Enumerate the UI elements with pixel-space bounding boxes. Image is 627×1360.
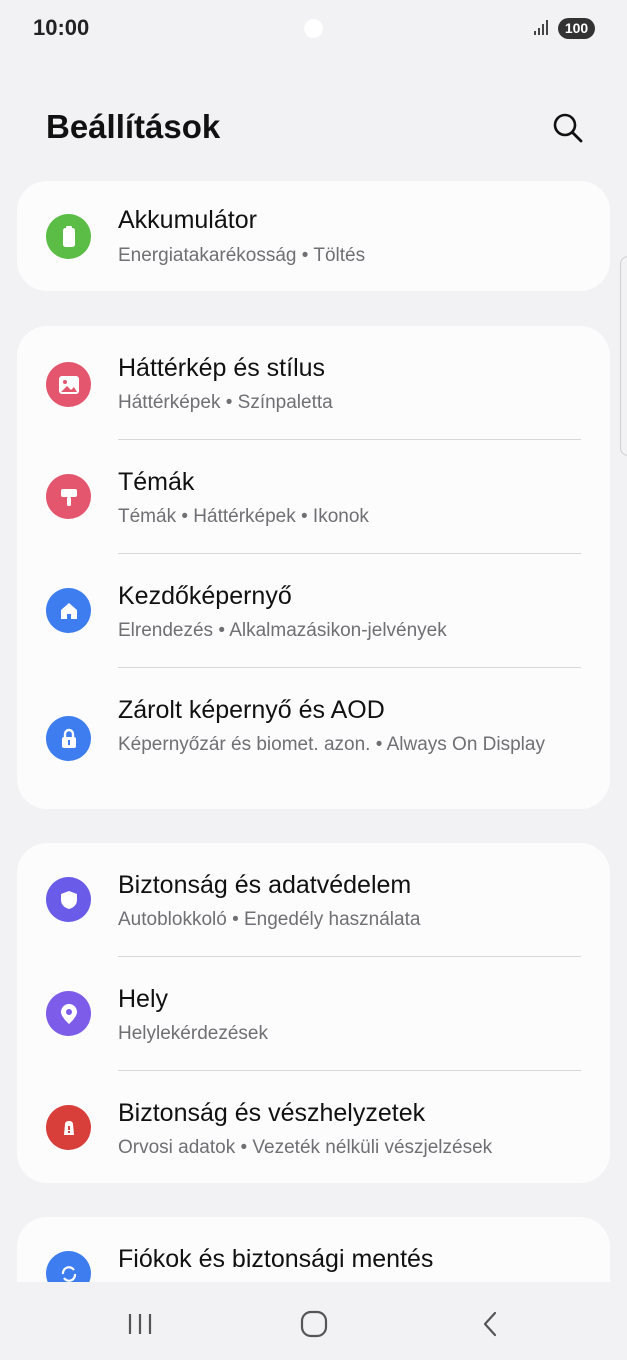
back-icon xyxy=(483,1311,497,1337)
settings-item-accounts-backup[interactable]: Fiókok és biztonsági mentés xyxy=(17,1217,610,1282)
settings-item-subtitle: Autoblokkoló • Engedély használata xyxy=(118,909,421,930)
sync-icon xyxy=(46,1251,91,1282)
settings-item-battery[interactable]: Akkumulátor Energiatakarékosság • Töltés xyxy=(17,181,610,291)
settings-group-accounts: Fiókok és biztonsági mentés xyxy=(17,1217,610,1282)
status-time: 10:00 xyxy=(33,15,90,40)
scrollbar[interactable] xyxy=(620,256,627,456)
image-icon xyxy=(46,362,91,407)
settings-item-location[interactable]: Hely Helylekérdezések xyxy=(17,957,610,1071)
home-nav-icon xyxy=(300,1310,328,1338)
search-icon xyxy=(553,113,583,143)
settings-item-title: Biztonság és vészhelyzetek xyxy=(118,1099,426,1127)
emergency-icon xyxy=(46,1105,91,1150)
settings-item-title: Zárolt képernyő és AOD xyxy=(118,696,385,724)
location-pin-icon xyxy=(46,991,91,1036)
home-icon xyxy=(46,588,91,633)
settings-item-subtitle: Elrendezés • Alkalmazásikon-jelvények xyxy=(118,620,447,641)
battery-level-badge: 100 xyxy=(558,18,595,39)
battery-icon xyxy=(46,214,91,259)
shield-icon xyxy=(46,877,91,922)
settings-item-home-screen[interactable]: Kezdőképernyő Elrendezés • Alkalmazásiko… xyxy=(17,554,610,668)
settings-item-themes[interactable]: Témák Témák • Háttérképek • Ikonok xyxy=(17,440,610,554)
settings-item-subtitle: Orvosi adatok • Vezeték nélküli vészjelz… xyxy=(118,1137,493,1158)
settings-item-title: Kezdőképernyő xyxy=(118,582,292,610)
settings-group-security: Biztonság és adatvédelem Autoblokkoló • … xyxy=(17,843,610,1183)
settings-item-title: Háttérkép és stílus xyxy=(118,354,326,382)
settings-item-title: Hely xyxy=(118,985,169,1013)
back-button[interactable] xyxy=(468,1304,512,1344)
settings-item-subtitle: Helylekérdezések xyxy=(118,1023,268,1044)
lock-icon xyxy=(46,716,91,761)
home-button[interactable] xyxy=(292,1304,336,1344)
settings-item-title: Biztonság és adatvédelem xyxy=(118,871,412,899)
paintbrush-icon xyxy=(46,474,91,519)
settings-item-safety-emergency[interactable]: Biztonság és vészhelyzetek Orvosi adatok… xyxy=(17,1071,610,1183)
settings-item-title: Fiókok és biztonsági mentés xyxy=(118,1245,434,1273)
page-title: Beállítások xyxy=(46,108,221,145)
settings-item-wallpaper-style[interactable]: Háttérkép és stílus Háttérképek • Színpa… xyxy=(17,326,610,440)
settings-item-subtitle: Témák • Háttérképek • Ikonok xyxy=(118,506,369,527)
settings-item-security-privacy[interactable]: Biztonság és adatvédelem Autoblokkoló • … xyxy=(17,843,610,957)
settings-item-lock-screen[interactable]: Zárolt képernyő és AOD Képernyőzár és bi… xyxy=(17,668,610,809)
status-bar: 10:00 100 xyxy=(0,0,627,58)
signal-icon xyxy=(534,20,548,35)
settings-item-title: Akkumulátor xyxy=(118,206,257,234)
settings-item-subtitle: Képernyőzár és biomet. azon. • Always On… xyxy=(118,734,545,755)
settings-item-subtitle: Háttérképek • Színpaletta xyxy=(118,392,333,413)
recent-apps-button[interactable] xyxy=(118,1304,162,1344)
recent-apps-icon xyxy=(128,1314,152,1334)
settings-group-battery: Akkumulátor Energiatakarékosság • Töltés xyxy=(17,181,610,291)
settings-item-title: Témák xyxy=(118,468,195,496)
navigation-bar xyxy=(0,1282,627,1360)
search-button[interactable] xyxy=(549,109,587,147)
camera-cutout xyxy=(304,19,323,38)
settings-group-appearance: Háttérkép és stílus Háttérképek • Színpa… xyxy=(17,326,610,809)
settings-item-subtitle: Energiatakarékosság • Töltés xyxy=(118,245,366,266)
